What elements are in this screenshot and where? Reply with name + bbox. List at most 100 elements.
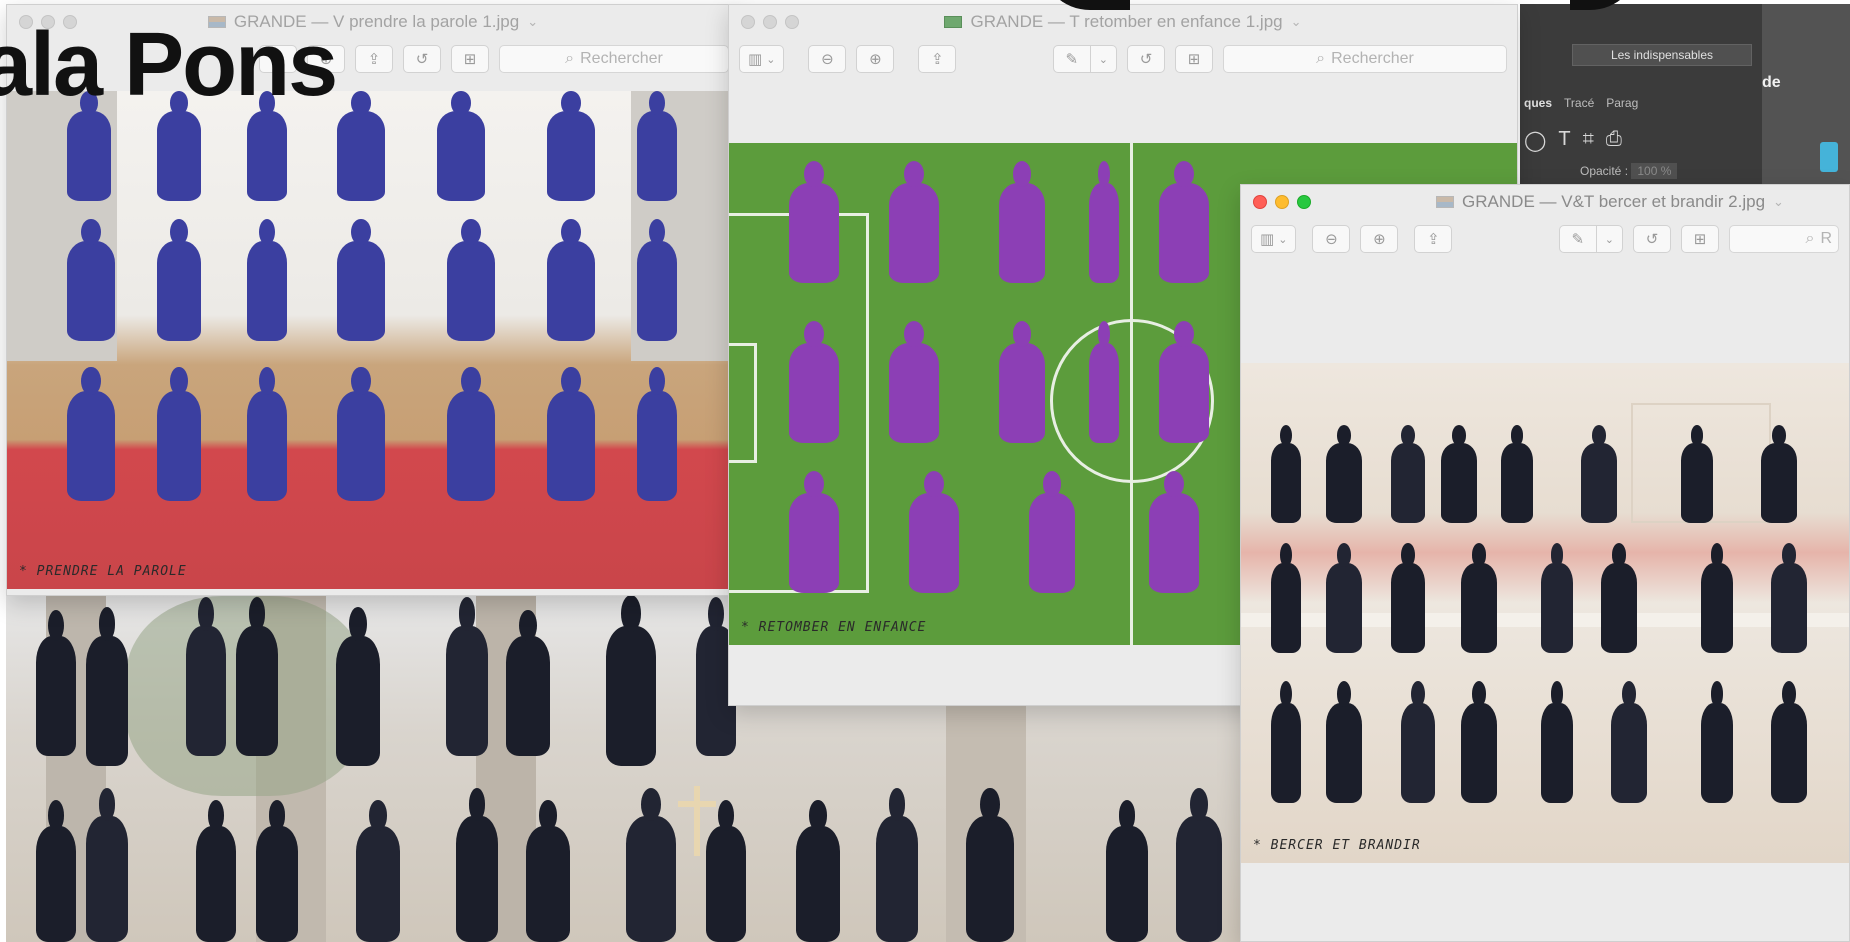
markup-button[interactable]: ✎ [1052,45,1091,73]
hooded-figure [67,219,115,341]
person-figure [86,607,128,766]
window-toolbar: ▥ ⌄ ⊖ ⊕ ⇪ ✎ ⌄ ↺ ⊞ ⌕ Rechercher [729,39,1517,79]
minimize-button[interactable] [763,15,777,29]
person-figure [606,595,656,766]
transform-icon[interactable]: ⌗ [1583,128,1594,153]
person-figure [909,471,959,593]
sidebar-toggle-icon: ▥ [748,51,763,68]
dock-text: de [1762,74,1781,91]
search-icon: ⌕ [565,50,575,67]
person-figure [1089,161,1119,283]
hooded-figure [637,366,677,501]
hooded-figure [337,366,385,501]
chevron-down-icon: ⌄ [1604,233,1614,246]
window-title: GRANDE — T retomber en enfance 1.jpg ⌄ [944,12,1302,32]
toolbox-button[interactable]: ⊞ [1681,225,1719,253]
person-figure [36,800,76,942]
workspace-selector[interactable]: Les indispensables [1572,44,1752,66]
rotate-button[interactable]: ↺ [403,45,441,73]
chevron-down-icon[interactable]: ⌄ [527,14,538,30]
sidebar-button[interactable]: ▥ ⌄ [739,45,785,73]
toolbox-icon: ⊞ [463,51,477,68]
image-caption: * RETOMBER EN ENFANCE [741,620,927,635]
share-button[interactable]: ⇪ [1414,225,1453,253]
search-icon: ⌕ [1316,50,1326,67]
person-figure [1326,425,1362,523]
person-figure [256,800,298,942]
sidebar-toggle-icon: ▥ [1260,231,1275,248]
wooden-cross [694,786,700,856]
stamp-icon[interactable]: ⎙ [1606,128,1622,153]
close-button[interactable] [741,15,755,29]
person-figure [1326,543,1362,653]
person-figure [1271,425,1301,523]
person-figure [789,321,839,443]
image-caption: * BERCER ET BRANDIR [1253,838,1421,853]
window-toolbar: ▥ ⌄ ⊖ ⊕ ⇪ ✎ ⌄ ↺ ⊞ ⌕ R [1241,219,1849,259]
person-figure [1581,425,1617,523]
rotate-button[interactable]: ↺ [1633,225,1671,253]
panel-tab-paragraph[interactable]: Parag [1606,96,1638,118]
zoom-in-button[interactable]: ⊕ [856,45,895,73]
dock-color-swatch[interactable] [1820,142,1838,172]
hooded-figure [637,91,677,201]
photoshop-right-dock: de [1762,4,1850,184]
person-figure [1271,543,1301,653]
person-figure [1176,788,1222,942]
panel-tab-characters[interactable]: ques [1524,96,1552,118]
search-field[interactable]: ⌕ R [1729,225,1839,253]
zoom-out-button[interactable]: ⊖ [1312,225,1351,253]
person-figure [1701,543,1733,653]
share-button[interactable]: ⇪ [918,45,957,73]
search-field[interactable]: ⌕ Rechercher [1223,45,1507,73]
toolbox-button[interactable]: ⊞ [1175,45,1213,73]
rotate-button[interactable]: ↺ [1127,45,1165,73]
person-figure [1159,161,1209,283]
preview-window-bercer-et-brandir: GRANDE — V&T bercer et brandir 2.jpg ⌄ ▥… [1240,184,1850,942]
person-figure [1761,425,1797,523]
person-figure [1326,681,1362,803]
chevron-down-icon[interactable]: ⌄ [1773,194,1784,210]
zoom-button[interactable] [1297,195,1311,209]
search-field[interactable]: ⌕ Rechercher [499,45,729,73]
window-controls [741,15,799,29]
zoom-out-button[interactable]: ⊖ [808,45,847,73]
chevron-down-icon: ⌄ [1278,233,1288,246]
wooden-cross [678,801,716,807]
hooded-figure [247,91,287,201]
person-figure [1401,681,1435,803]
window-titlebar[interactable]: GRANDE — T retomber en enfance 1.jpg ⌄ [729,5,1517,39]
image-prendre-la-parole: * PRENDRE LA PAROLE [7,91,739,589]
hooded-figure [157,91,201,201]
person-figure [1541,681,1573,803]
person-figure [1611,681,1647,803]
share-button[interactable]: ⇪ [355,45,393,73]
markup-menu-button[interactable]: ⌄ [1090,45,1117,73]
person-figure [1106,800,1148,942]
person-figure [626,788,676,942]
zoom-button[interactable] [785,15,799,29]
chevron-down-icon[interactable]: ⌄ [1291,14,1302,30]
opacity-label: Opacité : [1580,164,1629,178]
rotate-icon: ↺ [1645,231,1659,248]
opacity-value[interactable]: 100 % [1631,163,1678,179]
markup-button[interactable]: ✎ [1558,225,1597,253]
window-titlebar[interactable]: GRANDE — V&T bercer et brandir 2.jpg ⌄ [1241,185,1849,219]
minimize-button[interactable] [1275,195,1289,209]
type-tool-icon[interactable]: T [1558,128,1570,153]
panel-tab-paths[interactable]: Tracé [1564,96,1594,118]
toolbox-icon: ⊞ [1693,231,1707,248]
zoom-in-button[interactable]: ⊕ [1360,225,1399,253]
sidebar-button[interactable]: ▥ ⌄ [1251,225,1297,253]
share-icon: ⇪ [1427,231,1440,248]
search-placeholder: Rechercher [1331,50,1414,67]
person-figure [1271,681,1301,803]
field-goal-box [729,343,757,463]
toolbox-button[interactable]: ⊞ [451,45,489,73]
person-figure [196,800,236,942]
markup-menu-button[interactable]: ⌄ [1596,225,1623,253]
search-placeholder: Rechercher [580,50,663,67]
close-button[interactable] [1253,195,1267,209]
zoom-in-icon: ⊕ [869,51,882,68]
circle-icon[interactable]: ◯ [1524,128,1546,153]
